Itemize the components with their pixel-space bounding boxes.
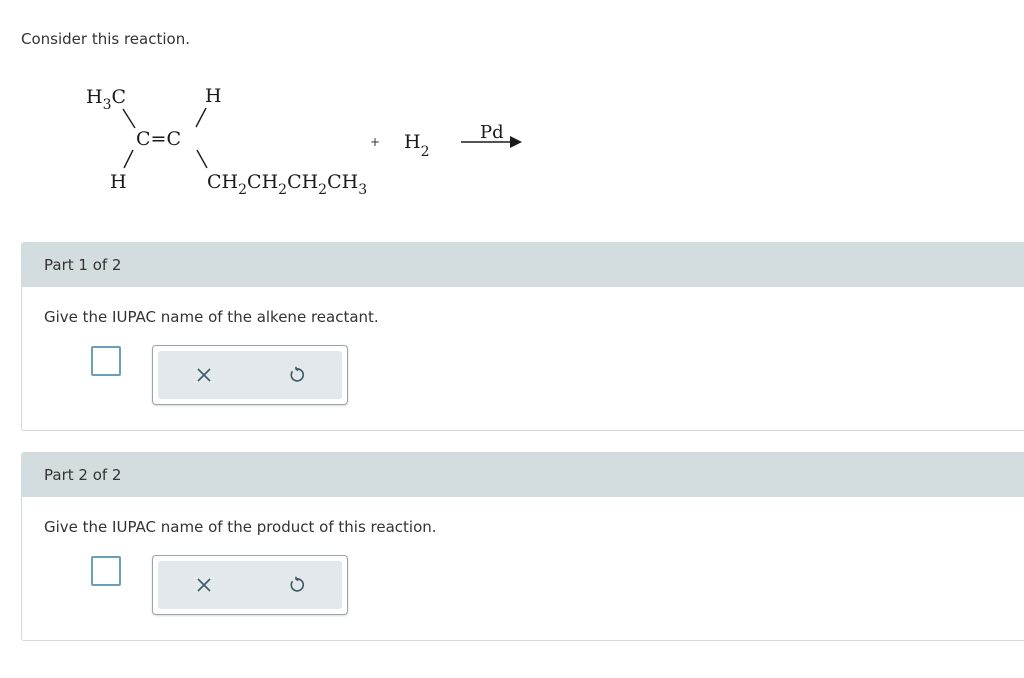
part-1-clear-button[interactable]: [192, 363, 216, 387]
close-icon: [197, 578, 211, 592]
bond-lower-left: [123, 149, 134, 169]
alkene-top-right-h: H: [205, 85, 222, 107]
part-2-clear-button[interactable]: [192, 573, 216, 597]
part-2-undo-button[interactable]: [284, 573, 308, 597]
alkyl-chain: CH2CH2CH2CH3: [207, 171, 367, 198]
part-1-answer-input[interactable]: [91, 346, 121, 376]
part-2-body: Give the IUPAC name of the product of th…: [22, 497, 1024, 640]
reaction-diagram: H3C H C=C H CH2CH2CH2CH3 + H2 Pd: [86, 85, 522, 198]
close-icon: [197, 368, 211, 382]
part-2-tool-panel: [152, 555, 348, 615]
part-1-body: Give the IUPAC name of the alkene reacta…: [22, 287, 1024, 430]
part-1-undo-button[interactable]: [284, 363, 308, 387]
alkene-bottom-left-h: H: [110, 171, 127, 193]
undo-icon: [290, 366, 304, 382]
hydrogen-reagent: H2: [404, 131, 430, 160]
part-1-tool-panel: [152, 345, 348, 405]
catalyst-label: Pd: [480, 122, 504, 143]
part-2-question: Give the IUPAC name of the product of th…: [44, 518, 437, 536]
part-1-panel: Part 1 of 2 Give the IUPAC name of the a…: [21, 242, 1024, 431]
bond-lower-right: [196, 149, 208, 169]
plus-sign: +: [370, 135, 380, 149]
alkene-top-left-group: H3C: [86, 86, 126, 113]
part-1-tool-bar: [158, 351, 342, 399]
bond-upper-right: [195, 107, 207, 128]
part-1-header: Part 1 of 2: [22, 243, 1024, 287]
part-2-tool-bar: [158, 561, 342, 609]
undo-icon: [290, 576, 304, 592]
part-2-answer-input[interactable]: [91, 556, 121, 586]
reaction-arrowhead: [510, 136, 522, 148]
alkene-double-bond: C=C: [136, 128, 181, 150]
part-2-header: Part 2 of 2: [22, 453, 1024, 497]
part-2-panel: Part 2 of 2 Give the IUPAC name of the p…: [21, 452, 1024, 641]
part-1-question: Give the IUPAC name of the alkene reacta…: [44, 308, 379, 326]
bond-upper-left: [122, 108, 136, 129]
